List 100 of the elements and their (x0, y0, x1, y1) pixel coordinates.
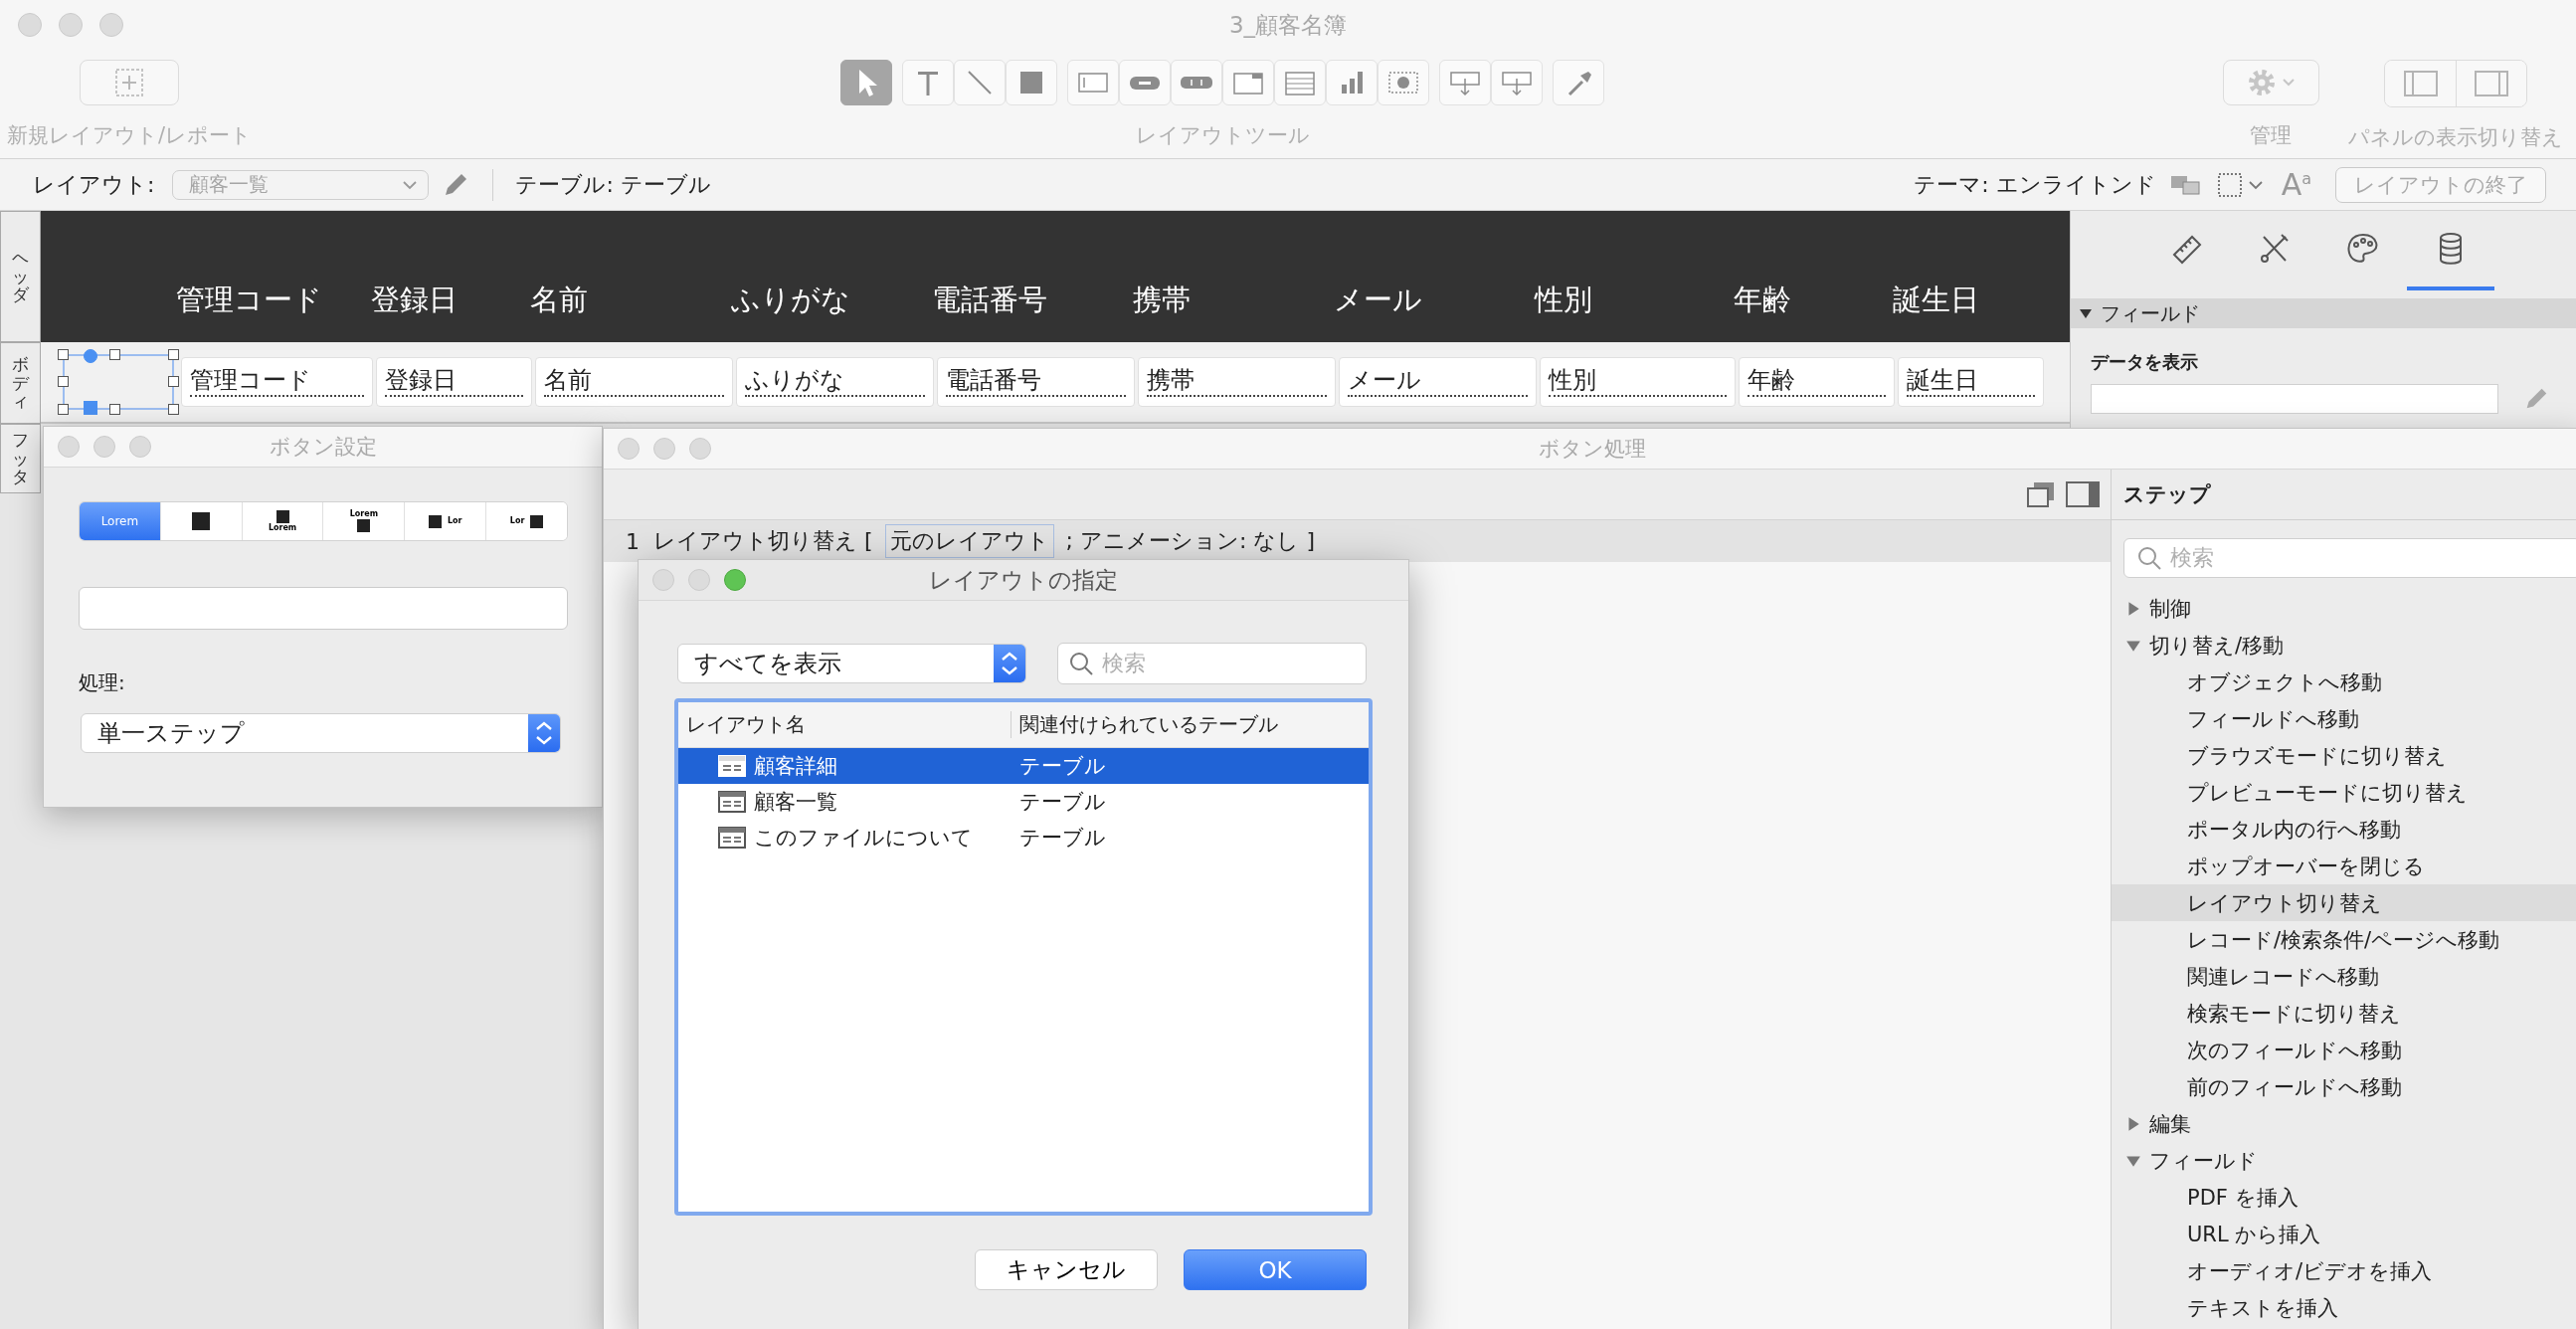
selected-button-object[interactable] (58, 349, 179, 415)
zoom-button[interactable] (689, 438, 711, 460)
step-item[interactable]: オーディオ/ビデオを挿入 (2112, 1252, 2576, 1289)
step-category[interactable]: 編集 (2112, 1105, 2576, 1142)
new-layout-button[interactable] (80, 60, 179, 105)
zoom-button[interactable] (129, 436, 151, 458)
minimize-button[interactable] (59, 13, 83, 37)
layout-field[interactable]: 性別 (1540, 357, 1736, 407)
layout-field[interactable]: 年齢 (1739, 357, 1895, 407)
layout-row[interactable]: 顧客詳細 テーブル (678, 748, 1369, 784)
toolbar-label: レイアウトツール (1135, 122, 1310, 149)
column-heading: 名前 (530, 282, 589, 318)
layout-icon (718, 827, 746, 849)
column-heading: 年齢 (1734, 282, 1792, 318)
step-item[interactable]: URL から挿入 (2112, 1216, 2576, 1252)
step-item[interactable]: フィールドへ移動 (2112, 700, 2576, 737)
layout-field[interactable]: 誕生日 (1898, 357, 2044, 407)
layout-field[interactable]: 名前 (535, 357, 733, 407)
layout-icon (718, 791, 746, 813)
layout-field[interactable]: メール (1339, 357, 1537, 407)
column-header[interactable]: レイアウト名 (678, 711, 1012, 738)
stepper-icon (994, 645, 1025, 682)
layout-name: 顧客一覧 (754, 789, 837, 816)
part-label: ヘッダ (0, 211, 41, 342)
step-item[interactable]: ブラウズモードに切り替え (2112, 737, 2576, 774)
window-title: ボタン処理 (1539, 436, 1646, 463)
layout-field[interactable]: ふりがな (736, 357, 934, 407)
column-heading: ふりがな (731, 282, 851, 318)
window-title: ボタン設定 (269, 434, 377, 461)
step-item[interactable]: 関連レコードへ移動 (2112, 958, 2576, 995)
step-category[interactable]: 制御 (2112, 590, 2576, 627)
toolbar-label: パネルの表示切り替え (2348, 124, 2563, 151)
table-name: テーブル (1019, 753, 1106, 780)
step-item[interactable]: オブジェクトへ移動 (2112, 664, 2576, 700)
close-button[interactable] (618, 438, 640, 460)
script-step: ; アニメーション: なし ] (1065, 526, 1315, 556)
square-icon (530, 514, 544, 528)
step-item[interactable]: PDF を挿入 (2112, 1179, 2576, 1216)
minimize-button[interactable] (93, 436, 115, 458)
zoom-button[interactable] (99, 13, 123, 37)
step-item[interactable]: テキストを挿入 (2112, 1289, 2576, 1326)
search-icon (1068, 651, 1094, 676)
tool-button[interactable] (840, 60, 892, 105)
step-item[interactable]: ポータル内の行へ移動 (2112, 811, 2576, 848)
filter-dropdown[interactable]: すべてを表示 (677, 644, 1026, 683)
close-button[interactable] (58, 436, 80, 458)
script-step: レイアウト切り替え [ (653, 526, 873, 556)
column-heading: 登録日 (371, 282, 459, 318)
theme-label: テーマ: エンライトンド (1914, 170, 2156, 199)
step-item[interactable]: プレビューモードに切り替え (2112, 774, 2576, 811)
step-item[interactable]: レコード/検索条件/ページへ移動 (2112, 921, 2576, 958)
square-icon (192, 512, 211, 530)
minimize-button[interactable] (688, 569, 710, 591)
label-field[interactable] (79, 587, 568, 630)
step-item[interactable]: ポップオーバーを閉じる (2112, 848, 2576, 884)
layout-field[interactable]: 電話番号 (937, 357, 1135, 407)
square-icon (276, 510, 289, 523)
style-option[interactable]: Lor (485, 502, 567, 540)
cancel-button[interactable]: キャンセル (975, 1249, 1158, 1290)
step-category[interactable]: フィールド (2112, 1142, 2576, 1179)
step-category[interactable]: 切り替え/移動 (2112, 627, 2576, 664)
layout-field[interactable]: 管理コード (181, 357, 373, 407)
copy-icon[interactable] (2025, 479, 2057, 509)
chevron-icon (2247, 179, 2264, 190)
side-panel-icon[interactable] (2065, 479, 2101, 509)
stepper-icon (528, 714, 560, 752)
data-field[interactable] (2091, 384, 2498, 414)
step-item[interactable]: 前のフィールドへ移動 (2112, 1068, 2576, 1105)
step-item[interactable]: 検索モードに切り替え (2112, 995, 2576, 1032)
action-dropdown[interactable]: 単一ステップ (81, 713, 561, 753)
chevron-icon (402, 179, 419, 190)
window-title: レイアウトの指定 (929, 565, 1118, 595)
column-heading: 管理コード (176, 282, 323, 318)
step-parameter[interactable]: 元のレイアウト (884, 524, 1054, 558)
close-button[interactable] (652, 569, 674, 591)
layout-name: このファイルについて (754, 825, 973, 852)
column-heading: 性別 (1535, 282, 1593, 318)
layout-field[interactable]: 登録日 (376, 357, 532, 407)
table-name: テーブル (1019, 789, 1106, 816)
close-button[interactable] (18, 13, 42, 37)
step-item[interactable]: レイアウト切り替え (2112, 884, 2576, 921)
toolbar-label: 新規レイアウト/レポート (6, 122, 253, 149)
layout-row[interactable]: 顧客一覧 テーブル (678, 784, 1369, 820)
minimize-button[interactable] (653, 438, 675, 460)
dotted-square-icon (2215, 170, 2244, 199)
border-dropdown[interactable] (2215, 170, 2264, 199)
column-heading: 誕生日 (1893, 282, 1980, 318)
part-label: フッタ (0, 424, 41, 493)
section-header[interactable]: フィールド (2071, 298, 2576, 328)
table-label: テーブル: テーブル (515, 170, 711, 199)
step-item[interactable]: 次のフィールドへ移動 (2112, 1032, 2576, 1068)
right-panel-button[interactable] (2456, 61, 2526, 106)
zoom-button[interactable] (724, 569, 746, 591)
settings-button[interactable] (2222, 60, 2319, 105)
column-header[interactable]: 関連付けられているテーブル (1012, 711, 1278, 738)
gear-icon (2246, 67, 2278, 98)
layout-row[interactable]: このファイルについて テーブル (678, 820, 1369, 855)
chevron-icon (2282, 78, 2296, 88)
layout-field[interactable]: 携帯 (1138, 357, 1336, 407)
column-heading: 電話番号 (932, 282, 1048, 318)
